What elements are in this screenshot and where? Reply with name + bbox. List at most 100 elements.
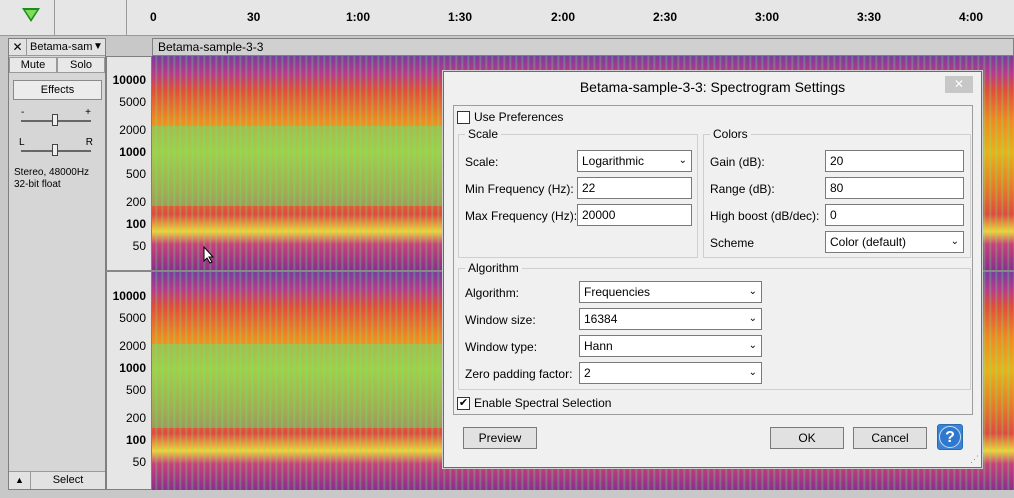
preview-button[interactable]: Preview: [463, 427, 537, 449]
use-preferences-label: Use Preferences: [474, 110, 564, 124]
spectral-selection-label: Enable Spectral Selection: [474, 396, 612, 410]
range-input[interactable]: 80: [825, 177, 964, 199]
select-track-button[interactable]: Select: [31, 472, 105, 489]
scheme-label: Scheme: [710, 236, 755, 250]
spectrogram-settings-dialog: Betama-sample-3-3: Spectrogram Settings …: [443, 71, 982, 468]
frequency-ruler[interactable]: 10000 5000 2000 1000 500 200 100 50 1000…: [106, 56, 152, 490]
chevron-down-icon: ⌄: [748, 313, 757, 324]
chevron-down-icon: ⌄: [748, 286, 757, 297]
solo-button[interactable]: Solo: [57, 57, 105, 73]
chevron-down-icon: ⌄: [678, 155, 687, 166]
track-title-bar: ✕ Betama-sam ▼: [9, 39, 105, 56]
gain-slider-thumb[interactable]: [52, 114, 58, 126]
window-type-select-value: Hann: [584, 339, 613, 353]
timeline-ruler[interactable]: 0 30 1:00 1:30 2:00 2:30 3:00 3:30 4:00: [0, 0, 1014, 36]
collapse-icon[interactable]: ▲: [9, 472, 31, 489]
tick-label: 2:00: [551, 10, 576, 24]
dialog-title-bar[interactable]: Betama-sample-3-3: Spectrogram Settings …: [444, 72, 981, 104]
max-frequency-input[interactable]: 20000: [577, 204, 692, 226]
scale-group: Scale Scale: Logarithmic ⌄ Min Frequency…: [458, 127, 698, 258]
track-format-info: Stereo, 48000Hz 32-bit float: [14, 167, 90, 190]
freq-label: 1000: [119, 361, 146, 375]
freq-label: 10000: [112, 73, 146, 87]
help-button[interactable]: ?: [937, 424, 963, 450]
pan-right-label: R: [85, 137, 93, 148]
scale-label: Scale:: [465, 155, 499, 169]
cancel-button[interactable]: Cancel: [853, 427, 927, 449]
spectral-selection-checkbox[interactable]: ✔ Enable Spectral Selection: [457, 396, 611, 410]
window-size-select[interactable]: 16384 ⌄: [579, 308, 762, 330]
chevron-down-icon: ⌄: [950, 236, 959, 247]
chevron-down-icon: ⌄: [748, 340, 757, 351]
chevron-down-icon[interactable]: ▼: [93, 39, 105, 55]
tick-label: 3:30: [857, 10, 882, 24]
window-type-label: Window type:: [465, 340, 538, 354]
effects-button[interactable]: Effects: [13, 80, 102, 100]
zero-padding-label: Zero padding factor:: [465, 367, 573, 381]
tick-label: 1:30: [448, 10, 473, 24]
pan-slider[interactable]: L R: [19, 137, 93, 157]
high-boost-label: High boost (dB/dec):: [710, 209, 820, 223]
gain-label: Gain (dB):: [710, 155, 765, 169]
scale-select[interactable]: Logarithmic ⌄: [577, 150, 692, 172]
min-frequency-input[interactable]: 22: [577, 177, 692, 199]
gain-input[interactable]: 20: [825, 150, 964, 172]
freq-label: 50: [132, 455, 146, 469]
clip-title-bar[interactable]: Betama-sample-3-3: [152, 38, 1014, 56]
spectrogram-energy-band: [152, 344, 452, 428]
algorithm-group-title: Algorithm: [465, 261, 522, 275]
max-frequency-label: Max Frequency (Hz):: [465, 209, 578, 223]
gain-plus-label: +: [85, 107, 91, 118]
scale-select-value: Logarithmic: [582, 154, 645, 168]
algorithm-label: Algorithm:: [465, 286, 520, 300]
mute-solo-row: Mute Solo: [9, 57, 105, 73]
checkbox-box[interactable]: [457, 110, 470, 124]
track-name-menu[interactable]: Betama-sam: [27, 39, 93, 55]
use-preferences-checkbox[interactable]: Use Preferences: [457, 110, 563, 124]
colors-group-title: Colors: [710, 127, 751, 141]
window-type-select[interactable]: Hann ⌄: [579, 335, 762, 357]
gain-minus-label: -: [21, 107, 25, 118]
algorithm-select-value: Frequencies: [584, 285, 651, 299]
freq-label: 100: [125, 217, 146, 231]
tick-label: 4:00: [959, 10, 984, 24]
min-frequency-label: Min Frequency (Hz):: [465, 182, 574, 196]
dialog-close-button[interactable]: ✕: [945, 76, 973, 93]
high-boost-input[interactable]: 0: [825, 204, 964, 226]
spectrogram-energy-band: [152, 126, 452, 206]
algorithm-group: Algorithm Algorithm: Frequencies ⌄ Windo…: [458, 261, 971, 390]
tick-label: 2:30: [653, 10, 678, 24]
freq-label: 100: [125, 433, 146, 447]
scheme-select[interactable]: Color (default) ⌄: [825, 231, 964, 253]
colors-group: Colors Gain (dB): 20 Range (dB): 80 High…: [703, 127, 971, 258]
freq-label: 5000: [119, 95, 146, 109]
zero-padding-select[interactable]: 2 ⌄: [579, 362, 762, 384]
scale-group-title: Scale: [465, 127, 502, 141]
window-size-select-value: 16384: [584, 312, 618, 326]
freq-label: 200: [125, 411, 146, 425]
range-label: Range (dB):: [710, 182, 775, 196]
check-icon[interactable]: ✔: [457, 396, 470, 410]
tick-label: 1:00: [346, 10, 371, 24]
gain-slider[interactable]: - +: [21, 107, 91, 127]
mute-button[interactable]: Mute: [9, 57, 57, 73]
pan-slider-thumb[interactable]: [52, 144, 58, 156]
algorithm-select[interactable]: Frequencies ⌄: [579, 281, 762, 303]
dialog-title: Betama-sample-3-3: Spectrogram Settings: [579, 79, 846, 95]
freq-label: 1000: [119, 145, 146, 159]
tick-label: 0: [150, 10, 157, 24]
zero-padding-select-value: 2: [584, 366, 591, 380]
freq-label: 200: [125, 195, 146, 209]
pan-left-label: L: [19, 137, 25, 148]
resize-grip-icon[interactable]: ⋰: [970, 454, 979, 465]
freq-label: 50: [132, 239, 146, 253]
window-size-label: Window size:: [465, 313, 536, 327]
track-close-button[interactable]: ✕: [9, 39, 27, 55]
track-bottom-bar: ▲ Select: [9, 471, 105, 489]
scheme-select-value: Color (default): [830, 235, 907, 249]
freq-label: 10000: [112, 289, 146, 303]
tick-label: 3:00: [755, 10, 780, 24]
freq-label: 2000: [119, 123, 146, 137]
dialog-body: Use Preferences Scale Scale: Logarithmic…: [453, 105, 973, 415]
ok-button[interactable]: OK: [770, 427, 844, 449]
